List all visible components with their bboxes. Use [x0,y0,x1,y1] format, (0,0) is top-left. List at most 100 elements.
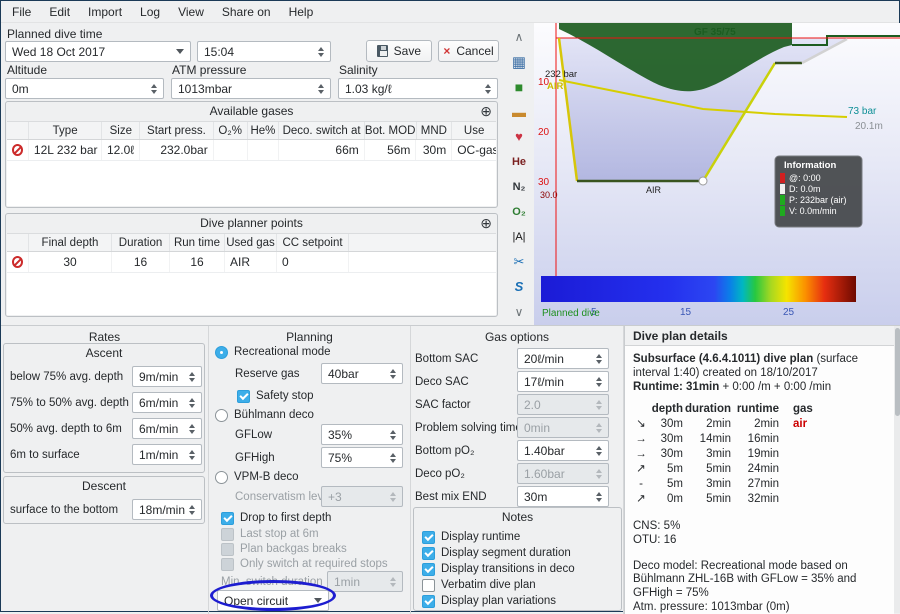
menu-share-on[interactable]: Share on [213,2,280,22]
bottom-po2-input[interactable]: 1.40bar [517,440,609,461]
sac-factor-input[interactable]: 2.0 [517,394,609,415]
last-stop-6m-checkbox[interactable]: Last stop at 6m [221,526,319,542]
spinner-arrows-icon[interactable] [592,423,606,433]
dive-plan-details-content[interactable]: Subsurface (4.6.4.1011) dive plan (surfa… [625,346,894,614]
checkbox-icon[interactable] [221,543,234,556]
dive-date-select[interactable]: Wed 18 Oct 2017 [5,41,191,62]
reserve-gas-input[interactable]: 40bar [321,363,403,384]
switch-at-stops-checkbox[interactable]: Only switch at required stops [221,556,388,572]
save-button[interactable]: Save [366,40,432,62]
scissors-icon[interactable]: ✂ [507,250,531,273]
verbatim-dive-plan-checkbox[interactable]: Verbatim dive plan [422,577,536,593]
add-gas-button[interactable]: ⊕ [480,103,492,120]
gfhigh-input[interactable]: 75% [321,447,403,468]
descent-rate-input[interactable]: 18m/min [132,499,202,520]
point-cc-setpoint[interactable]: 0 [277,252,349,272]
circuit-mode-select[interactable]: Open circuit [217,590,329,611]
gas-type[interactable]: 12L 232 bar [29,140,103,160]
spinner-arrows-icon[interactable] [185,372,199,382]
col-use[interactable]: Use [452,122,496,139]
menu-file[interactable]: File [3,2,40,22]
col-final-depth[interactable]: Final depth [29,234,112,251]
scroll-down-icon[interactable]: ∨ [507,300,531,323]
gflow-input[interactable]: 35% [321,424,403,445]
spinner-arrows-icon[interactable] [592,446,606,456]
spinner-arrows-icon[interactable] [592,400,606,410]
ruler-icon[interactable]: ▬ [507,100,531,123]
spinner-arrows-icon[interactable] [147,84,161,94]
spinner-arrows-icon[interactable] [481,84,495,94]
profile-graph-icon[interactable]: ▦ [507,50,531,73]
dive-profile-chart[interactable]: GF 35/75 232 bar AIR 10 20 30 30.0 AIR 7… [534,23,900,326]
col-deco-switch[interactable]: Deco. switch at [279,122,364,139]
display-plan-variations-checkbox[interactable]: Display plan variations [422,593,556,609]
checkbox-icon[interactable] [422,563,435,576]
checkbox-icon[interactable] [422,595,435,608]
display-transitions-checkbox[interactable]: Display transitions in deco [422,561,575,577]
menu-import[interactable]: Import [79,2,131,22]
col-start-press[interactable]: Start press. [140,122,214,139]
recreational-mode-radio[interactable]: Recreational mode [215,344,331,360]
radio-icon[interactable] [215,471,228,484]
add-point-button[interactable]: ⊕ [480,215,492,232]
pp-oxygen-icon[interactable]: O₂ [507,200,531,223]
col-run-time[interactable]: Run time [170,234,225,251]
spinner-arrows-icon[interactable] [386,369,400,379]
spinner-arrows-icon[interactable] [386,453,400,463]
vpmb-deco-radio[interactable]: VPM-B deco [215,469,299,485]
problem-solving-time-input[interactable]: 0min [517,417,609,438]
ascent-rate-2-input[interactable]: 6m/min [132,392,202,413]
scrollbar-handle[interactable] [895,328,900,416]
gas-deco-switch[interactable]: 66m [279,140,364,160]
gas-row[interactable]: 12L 232 bar 12.0ℓ 232.0bar 66m 56m 30m O… [7,140,496,161]
deco-sac-input[interactable]: 17ℓ/min [517,371,609,392]
spinner-arrows-icon[interactable] [185,424,199,434]
chevron-down-icon[interactable] [172,49,188,54]
spinner-arrows-icon[interactable] [386,430,400,440]
spinner-arrows-icon[interactable] [592,469,606,479]
pp-nitrogen-icon[interactable]: N₂ [507,175,531,198]
col-he[interactable]: He% [248,122,280,139]
checkbox-icon[interactable] [422,579,435,592]
atm-pressure-input[interactable]: 1013mbar [171,78,331,99]
gas-bot-mod[interactable]: 56m [365,140,417,160]
gas-use[interactable]: OC-gas [452,140,496,160]
ascent-rate-4-input[interactable]: 1m/min [132,444,202,465]
unscramble-icon[interactable]: S [507,275,531,298]
delete-gas-icon[interactable] [12,144,23,156]
col-type[interactable]: Type [29,122,103,139]
col-bot-mod[interactable]: Bot. MOD [365,122,417,139]
conservatism-input[interactable]: +3 [321,486,403,507]
dive-time-input[interactable]: 15:04 [197,41,331,62]
col-cc-setpoint[interactable]: CC setpoint [277,234,349,251]
ascent-rate-3-input[interactable]: 6m/min [132,418,202,439]
col-size[interactable]: Size [102,122,140,139]
gas-o2[interactable] [214,140,248,160]
point-duration[interactable]: 16 [112,252,170,272]
checkbox-icon[interactable] [237,390,250,403]
best-mix-end-input[interactable]: 30m [517,486,609,507]
menu-help[interactable]: Help [280,2,323,22]
col-duration[interactable]: Duration [112,234,170,251]
display-runtime-checkbox[interactable]: Display runtime [422,529,520,545]
menu-log[interactable]: Log [131,2,169,22]
spinner-arrows-icon[interactable] [386,577,400,587]
menu-edit[interactable]: Edit [40,2,79,22]
backgas-breaks-checkbox[interactable]: Plan backgas breaks [221,541,347,557]
min-switch-duration-input[interactable]: 1min [327,571,403,592]
display-segment-duration-checkbox[interactable]: Display segment duration [422,545,571,561]
altitude-input[interactable]: 0m [5,78,164,99]
point-used-gas[interactable]: AIR [225,252,277,272]
planner-point-row[interactable]: 30 16 16 AIR 0 [7,252,496,273]
checkbox-icon[interactable] [221,512,234,525]
gas-start-press[interactable]: 232.0bar [140,140,214,160]
point-run-time[interactable]: 16 [170,252,225,272]
bottom-sac-input[interactable]: 20ℓ/min [517,348,609,369]
tissues-icon[interactable]: |A| [507,225,531,248]
waypoint-handle[interactable] [699,177,707,185]
spinner-arrows-icon[interactable] [314,84,328,94]
radio-icon[interactable] [215,346,228,359]
spinner-arrows-icon[interactable] [185,450,199,460]
checkbox-icon[interactable] [221,558,234,571]
drop-to-first-depth-checkbox[interactable]: Drop to first depth [221,510,331,526]
